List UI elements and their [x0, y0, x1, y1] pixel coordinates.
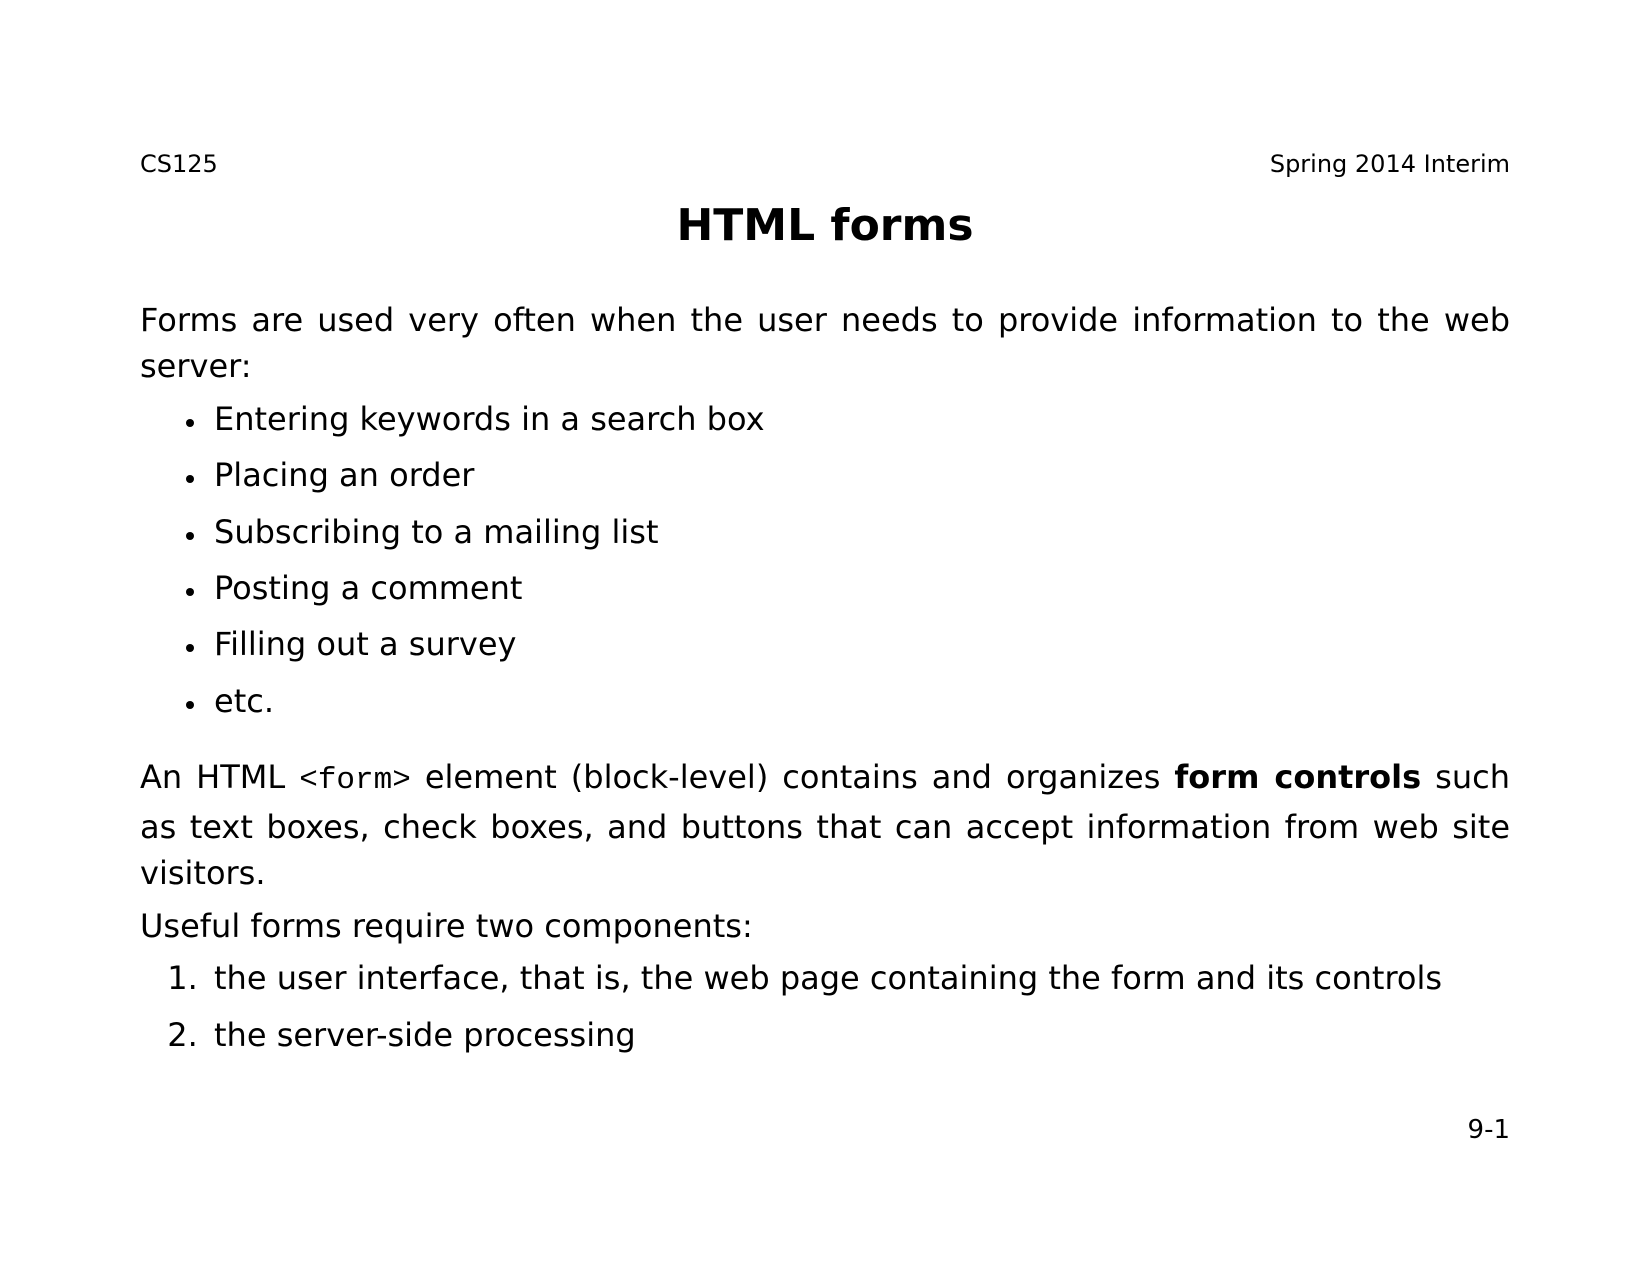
numbered-list: the user interface, that is, the web pag… [140, 955, 1510, 1058]
body-content: Forms are used very often when the user … [140, 297, 1510, 1058]
text-fragment: An HTML [140, 758, 299, 796]
list-item: Entering keywords in a search box [208, 396, 1510, 442]
list-item: the user interface, that is, the web pag… [208, 955, 1510, 1001]
intro-paragraph: Forms are used very often when the user … [140, 297, 1510, 390]
list-item: Filling out a survey [208, 621, 1510, 667]
form-description-paragraph: An HTML <form> element (block-level) con… [140, 754, 1510, 897]
text-fragment: element (block-level) contains and organ… [411, 758, 1175, 796]
page-title: HTML forms [140, 200, 1510, 251]
list-item: Posting a comment [208, 565, 1510, 611]
bold-form-controls: form controls [1174, 758, 1421, 796]
course-code: CS125 [140, 150, 218, 178]
code-form-tag: <form> [299, 763, 411, 798]
term-label: Spring 2014 Interim [1270, 150, 1510, 178]
slide-page: CS125 Spring 2014 Interim HTML forms For… [0, 0, 1650, 1275]
list-item: etc. [208, 678, 1510, 724]
page-number: 9-1 [1468, 1115, 1510, 1145]
bullet-list: Entering keywords in a search box Placin… [140, 396, 1510, 724]
list-item: Placing an order [208, 452, 1510, 498]
list-item: the server-side processing [208, 1012, 1510, 1058]
header-row: CS125 Spring 2014 Interim [140, 150, 1510, 178]
components-intro: Useful forms require two components: [140, 903, 1510, 949]
list-item: Subscribing to a mailing list [208, 509, 1510, 555]
